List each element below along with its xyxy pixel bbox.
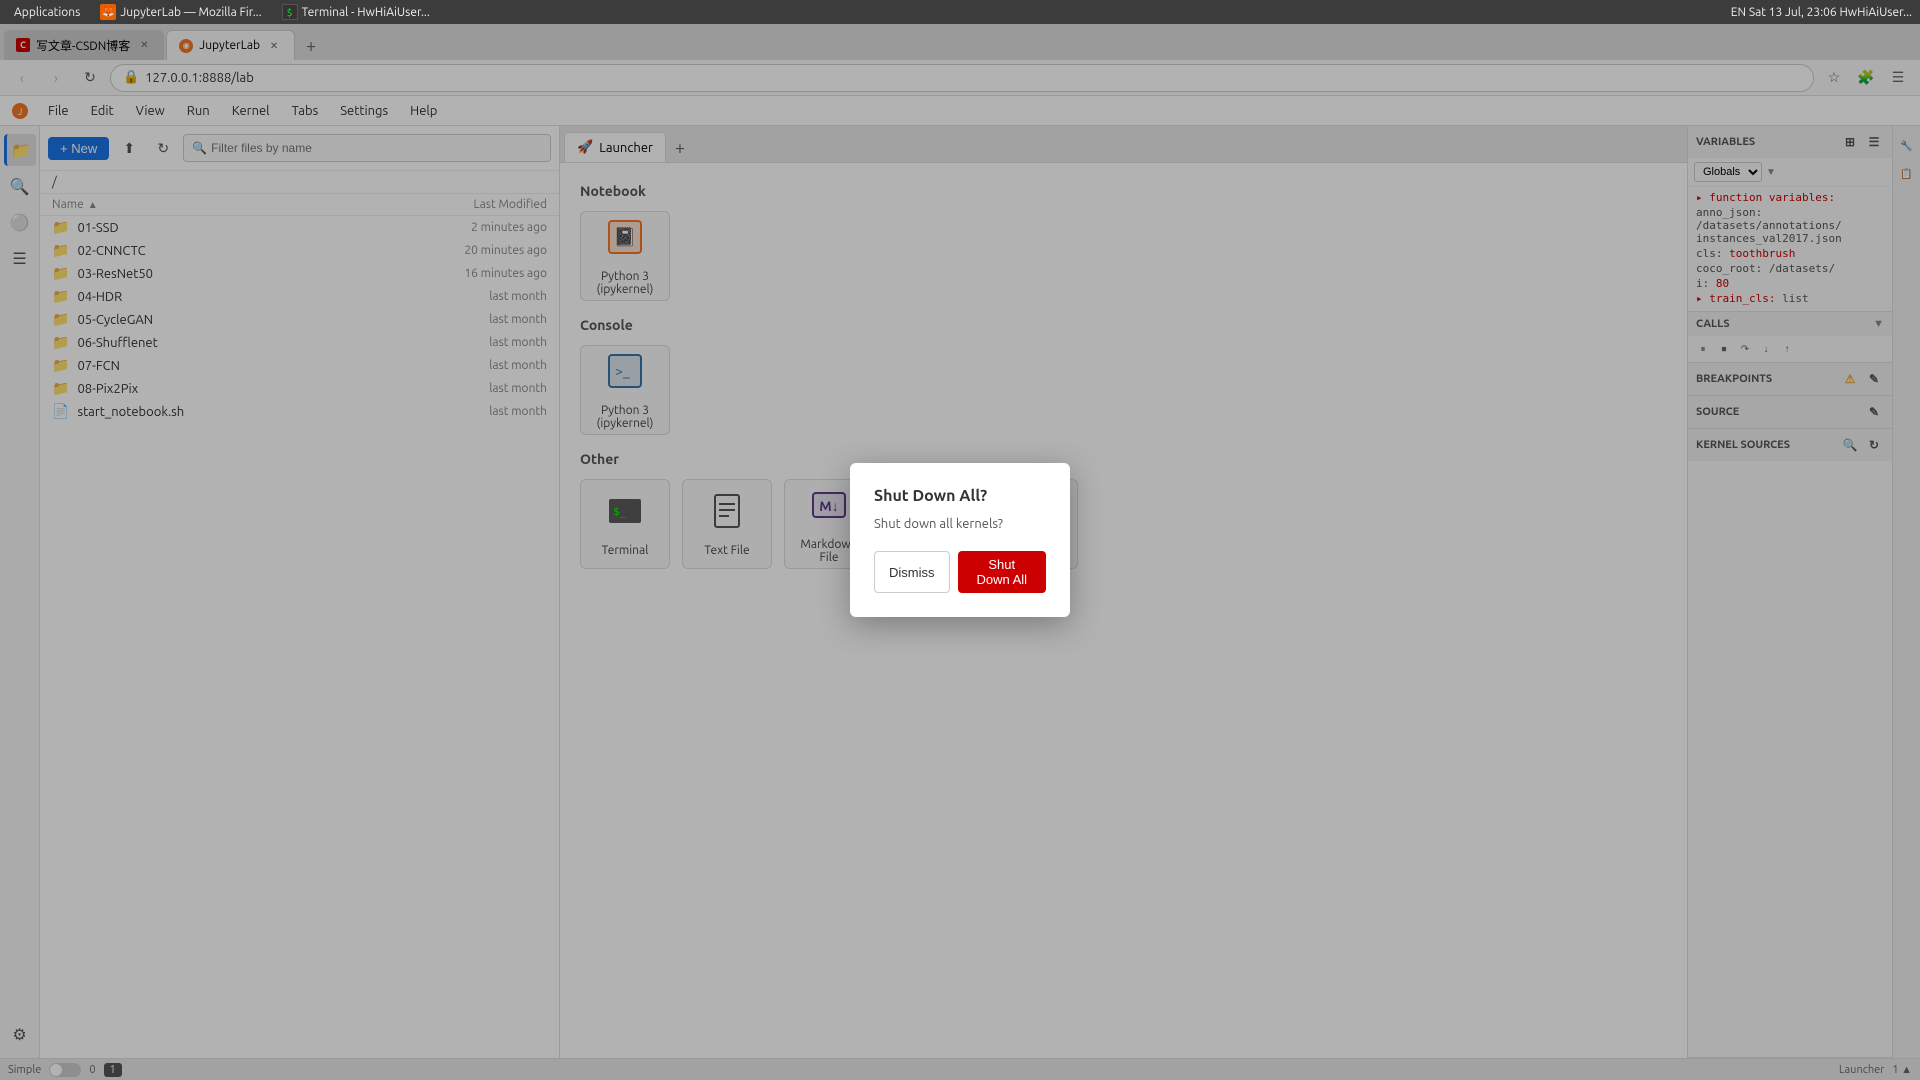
shutdown-all-button[interactable]: Shut Down All xyxy=(958,551,1047,593)
taskbar-firefox[interactable]: 🦊 JupyterLab — Mozilla Fir... xyxy=(94,2,267,22)
taskbar-left: Applications 🦊 JupyterLab — Mozilla Fir.… xyxy=(8,2,436,22)
shutdown-modal: Shut Down All? Shut down all kernels? Di… xyxy=(850,463,1070,617)
taskbar-apps-menu[interactable]: Applications xyxy=(8,4,86,21)
dismiss-button[interactable]: Dismiss xyxy=(874,551,950,593)
modal-overlay: Shut Down All? Shut down all kernels? Di… xyxy=(0,0,1920,1080)
taskbar-status: EN Sat 13 Jul, 23:06 HwHiAiUser... xyxy=(1731,6,1912,19)
taskbar-terminal[interactable]: $ Terminal - HwHiAiUser... xyxy=(276,2,436,22)
taskbar-firefox-label: JupyterLab — Mozilla Fir... xyxy=(120,6,261,19)
modal-buttons: Dismiss Shut Down All xyxy=(874,551,1046,593)
os-taskbar: Applications 🦊 JupyterLab — Mozilla Fir.… xyxy=(0,0,1920,24)
firefox-icon: 🦊 xyxy=(100,4,116,20)
modal-title: Shut Down All? xyxy=(874,487,1046,505)
terminal-taskbar-icon: $ xyxy=(282,4,298,20)
taskbar-terminal-label: Terminal - HwHiAiUser... xyxy=(302,6,430,19)
apps-label: Applications xyxy=(14,6,80,19)
taskbar-right: EN Sat 13 Jul, 23:06 HwHiAiUser... xyxy=(1731,6,1912,19)
modal-body: Shut down all kernels? xyxy=(874,517,1046,531)
